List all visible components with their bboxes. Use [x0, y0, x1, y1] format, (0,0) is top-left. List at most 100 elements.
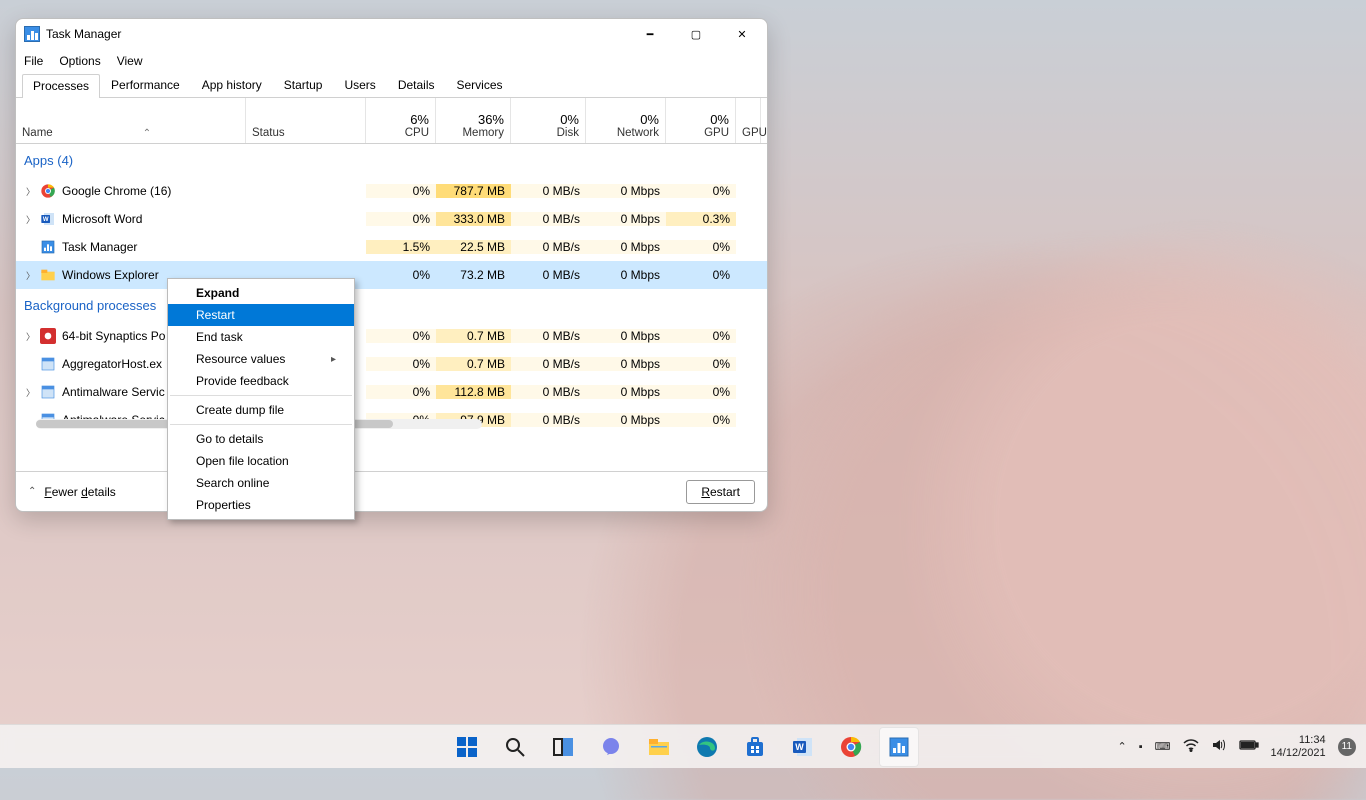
tm-icon — [40, 239, 56, 255]
process-row[interactable]: 〉Antimalware Servic 0% 112.8 MB 0 MB/s 0… — [16, 378, 767, 406]
context-item[interactable]: Provide feedback — [168, 370, 354, 392]
context-item[interactable]: Create dump file — [168, 399, 354, 421]
col-disk[interactable]: 0%Disk — [511, 98, 586, 143]
group-apps[interactable]: Apps (4) — [16, 144, 767, 177]
taskbar: W ⌃ ▪ ⌨ 11:34 14/12/2021 11 — [0, 724, 1366, 768]
store-button[interactable] — [735, 727, 775, 767]
tab-performance[interactable]: Performance — [100, 73, 191, 97]
close-button[interactable]: ✕ — [719, 19, 765, 49]
taskmanager-button[interactable] — [879, 727, 919, 767]
gpu-value: 0% — [666, 268, 736, 282]
expand-icon[interactable]: 〉 — [26, 213, 34, 226]
context-item[interactable]: Expand — [168, 282, 354, 304]
menu-file[interactable]: File — [24, 54, 43, 68]
maximize-button[interactable]: ▢ — [673, 19, 719, 49]
volume-icon[interactable] — [1211, 738, 1227, 755]
explorer-icon — [40, 267, 56, 283]
minimize-button[interactable]: ━ — [627, 19, 673, 49]
clock[interactable]: 11:34 14/12/2021 — [1271, 734, 1326, 759]
group-background[interactable]: Background processes — [16, 289, 176, 322]
network-value: 0 Mbps — [586, 212, 666, 226]
cpu-value: 0% — [366, 385, 436, 399]
memory-value: 0.7 MB — [436, 329, 511, 343]
notification-badge[interactable]: 11 — [1338, 738, 1356, 756]
chat-button[interactable] — [591, 727, 631, 767]
context-item[interactable]: Resource values — [168, 348, 354, 370]
expand-icon[interactable]: 〉 — [26, 185, 34, 198]
context-item[interactable]: Go to details — [168, 428, 354, 450]
context-item[interactable]: Properties — [168, 494, 354, 516]
disk-value: 0 MB/s — [511, 329, 586, 343]
cpu-value: 0% — [366, 184, 436, 198]
tab-details[interactable]: Details — [387, 73, 446, 97]
task-view-button[interactable] — [543, 727, 583, 767]
memory-value: 73.2 MB — [436, 268, 511, 282]
process-name: Task Manager — [62, 240, 137, 254]
keyboard-icon[interactable]: ⌨ — [1155, 740, 1171, 753]
process-row[interactable]: 〉64-bit Synaptics Po 0% 0.7 MB 0 MB/s 0 … — [16, 322, 767, 350]
context-menu: ExpandRestartEnd taskResource valuesProv… — [167, 278, 355, 520]
exe-icon — [40, 384, 56, 400]
search-button[interactable] — [495, 727, 535, 767]
network-value: 0 Mbps — [586, 357, 666, 371]
context-item[interactable]: Search online — [168, 472, 354, 494]
context-item[interactable]: End task — [168, 326, 354, 348]
col-cpu[interactable]: 6%CPU — [366, 98, 436, 143]
tray-app-icon[interactable]: ▪ — [1139, 741, 1143, 753]
context-item[interactable]: Open file location — [168, 450, 354, 472]
network-value: 0 Mbps — [586, 240, 666, 254]
menu-options[interactable]: Options — [59, 54, 100, 68]
context-item[interactable]: Restart — [168, 304, 354, 326]
process-row[interactable]: AggregatorHost.ex 0% 0.7 MB 0 MB/s 0 Mbp… — [16, 350, 767, 378]
expand-icon[interactable]: 〉 — [26, 269, 34, 282]
word-button[interactable]: W — [783, 727, 823, 767]
process-name: Google Chrome (16) — [62, 184, 171, 198]
titlebar[interactable]: Task Manager ━ ▢ ✕ — [16, 19, 767, 49]
tab-services[interactable]: Services — [446, 73, 514, 97]
process-row[interactable]: 〉WMicrosoft Word 0% 333.0 MB 0 MB/s 0 Mb… — [16, 205, 767, 233]
taskbar-center: W — [447, 727, 919, 767]
disk-value: 0 MB/s — [511, 212, 586, 226]
chrome-icon — [40, 183, 56, 199]
wifi-icon[interactable] — [1183, 738, 1199, 755]
col-gpu-engine[interactable]: GPU — [736, 98, 761, 143]
process-row[interactable]: 〉Windows Explorer 0% 73.2 MB 0 MB/s 0 Mb… — [16, 261, 767, 289]
disk-value: 0 MB/s — [511, 268, 586, 282]
gpu-value: 0% — [666, 240, 736, 254]
col-status[interactable]: Status — [246, 98, 366, 143]
restart-button[interactable]: Restart — [686, 480, 755, 504]
edge-button[interactable] — [687, 727, 727, 767]
cpu-value: 0% — [366, 268, 436, 282]
disk-value: 0 MB/s — [511, 240, 586, 254]
syn-icon — [40, 328, 56, 344]
tab-app-history[interactable]: App history — [191, 73, 273, 97]
explorer-button[interactable] — [639, 727, 679, 767]
context-separator — [170, 395, 352, 396]
tab-startup[interactable]: Startup — [273, 73, 334, 97]
tab-users[interactable]: Users — [333, 73, 386, 97]
disk-value: 0 MB/s — [511, 357, 586, 371]
col-name[interactable]: Name — [16, 98, 246, 143]
col-memory[interactable]: 36%Memory — [436, 98, 511, 143]
process-row[interactable]: 〉Google Chrome (16) 0% 787.7 MB 0 MB/s 0… — [16, 177, 767, 205]
memory-value: 787.7 MB — [436, 184, 511, 198]
col-network[interactable]: 0%Network — [586, 98, 666, 143]
menu-view[interactable]: View — [117, 54, 143, 68]
chrome-button[interactable] — [831, 727, 871, 767]
tray-chevron-icon[interactable]: ⌃ — [1118, 740, 1127, 753]
footer: ⌃Fewer details Restart — [16, 471, 767, 511]
expand-icon[interactable]: 〉 — [26, 330, 34, 343]
menubar: File Options View — [16, 49, 767, 73]
battery-icon[interactable] — [1239, 739, 1259, 754]
col-gpu[interactable]: 0%GPU — [666, 98, 736, 143]
gpu-value: 0.3% — [666, 212, 736, 226]
process-name: Microsoft Word — [62, 212, 142, 226]
exe-icon — [40, 356, 56, 372]
process-row[interactable]: Task Manager 1.5% 22.5 MB 0 MB/s 0 Mbps … — [16, 233, 767, 261]
clock-date: 14/12/2021 — [1271, 747, 1326, 760]
gpu-value: 0% — [666, 329, 736, 343]
tab-processes[interactable]: Processes — [22, 74, 100, 98]
fewer-details-toggle[interactable]: ⌃Fewer details — [28, 485, 116, 499]
expand-icon[interactable]: 〉 — [26, 386, 34, 399]
start-button[interactable] — [447, 727, 487, 767]
